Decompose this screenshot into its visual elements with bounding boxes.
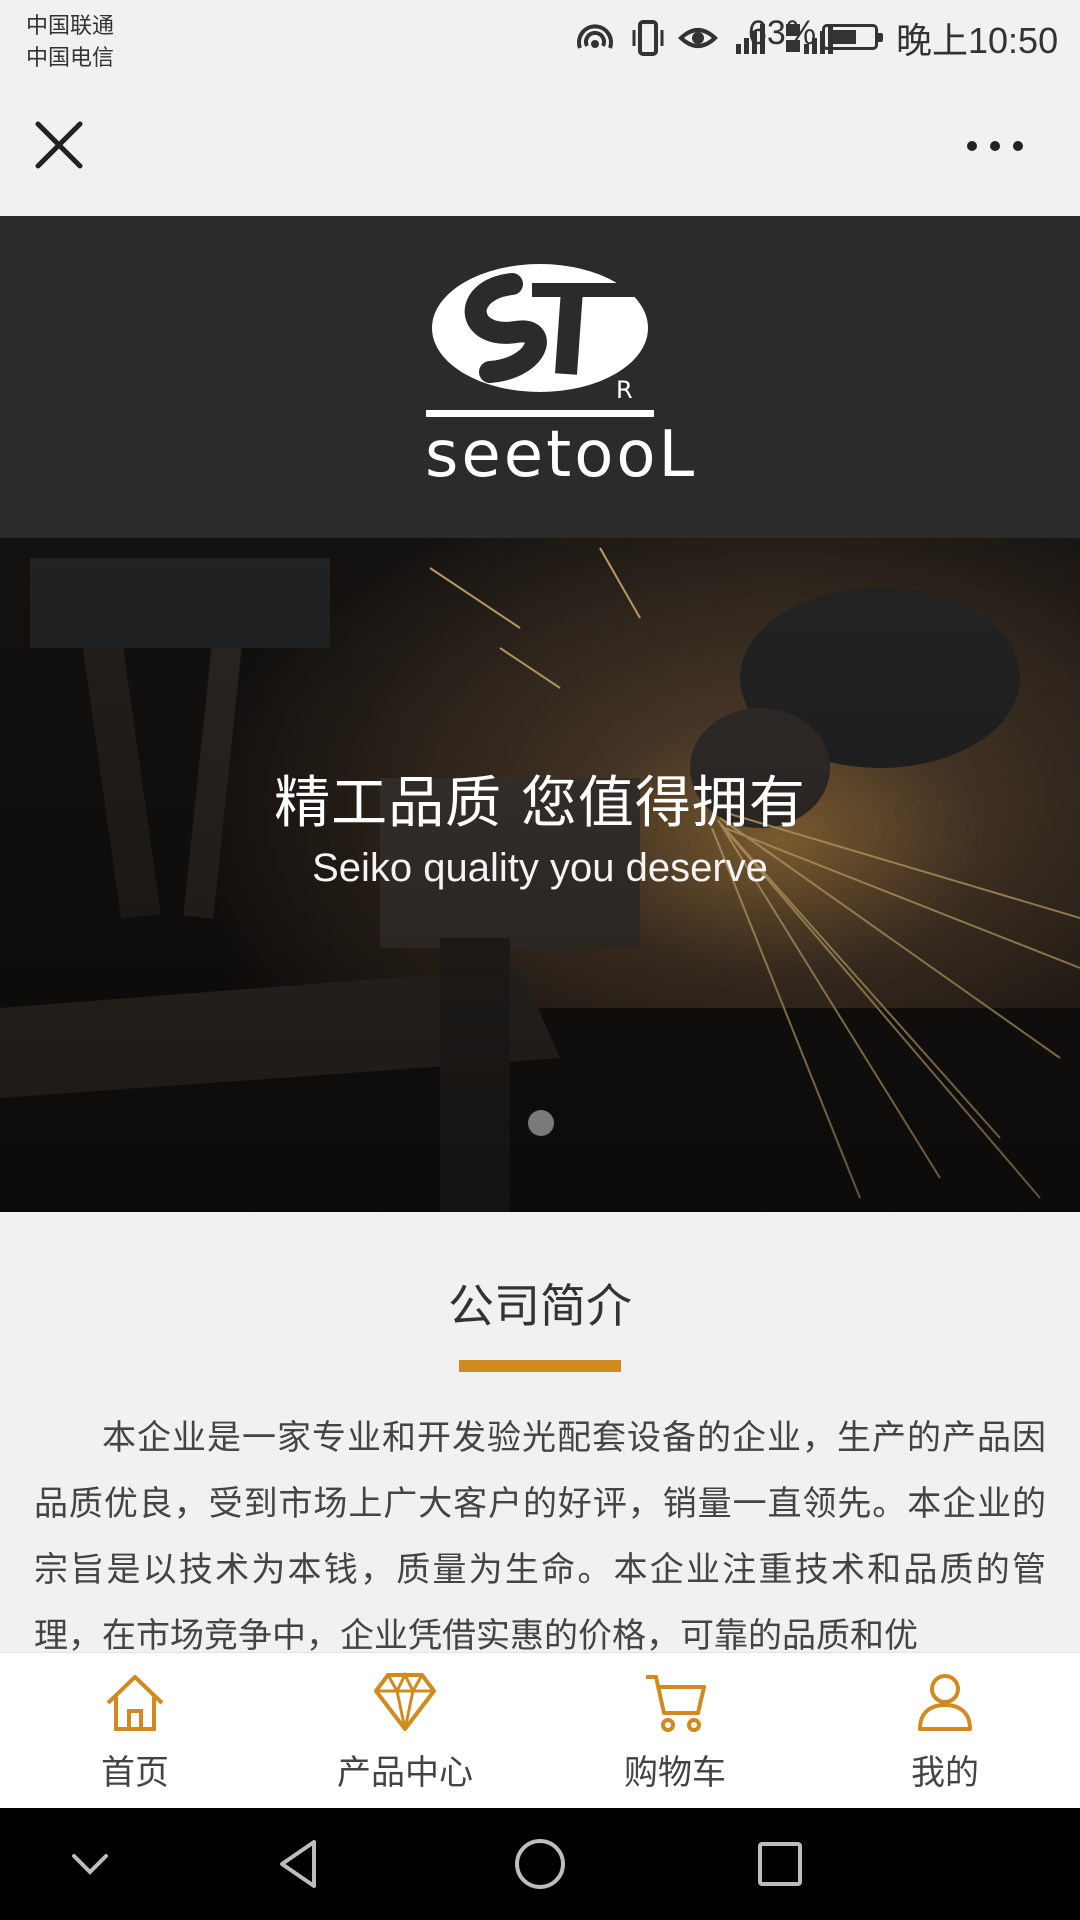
section-underline [459, 1360, 621, 1372]
tab-home[interactable]: 首页 [0, 1653, 270, 1809]
tab-label: 我的 [911, 1753, 979, 1793]
tab-profile[interactable]: 我的 [810, 1653, 1080, 1809]
tab-cart[interactable]: 购物车 [540, 1653, 810, 1809]
more-button[interactable] [962, 126, 1028, 166]
chevron-down-icon [72, 1854, 108, 1875]
battery-percent: 63% [748, 14, 817, 52]
home-icon [106, 1675, 164, 1731]
carrier-2: 中国电信 [26, 46, 115, 71]
top-nav [0, 76, 1080, 216]
bottom-tab-bar: 首页 产品中心 购物车 我的 [0, 1652, 1080, 1809]
section-title: 公司简介 [448, 1279, 632, 1333]
back-icon [280, 1840, 316, 1888]
carrier-1: 中国联通 [26, 14, 115, 39]
diamond-icon [374, 1671, 436, 1731]
back-button[interactable] [270, 1834, 330, 1894]
tab-label: 产品中心 [337, 1753, 473, 1793]
vibrate-icon [632, 20, 664, 56]
tab-products[interactable]: 产品中心 [270, 1653, 540, 1809]
recents-icon [758, 1842, 802, 1886]
cart-icon [646, 1675, 706, 1732]
more-dots-icon [967, 141, 1023, 151]
battery-icon [822, 24, 883, 50]
tab-label: 购物车 [624, 1753, 726, 1793]
clock: 晚上10:50 [896, 20, 1059, 61]
user-icon [918, 1674, 972, 1731]
hero-title: 精工品质 您值得拥有 [274, 771, 806, 836]
registered-mark: R [616, 376, 633, 404]
close-icon [35, 121, 83, 169]
logo-wordmark: seetooL [425, 418, 698, 492]
hotspot-icon [577, 24, 613, 49]
home-button[interactable] [510, 1834, 570, 1894]
eye-icon [678, 28, 718, 48]
hide-nav-button[interactable] [60, 1834, 120, 1894]
close-button[interactable] [30, 116, 88, 174]
recents-button[interactable] [750, 1834, 810, 1894]
home-circle-icon [515, 1839, 565, 1889]
tab-label: 首页 [101, 1753, 169, 1793]
hero-subtitle: Seiko quality you deserve [312, 846, 768, 890]
carousel-indicator[interactable] [528, 1110, 554, 1136]
brand-header: R seetooL [0, 216, 1080, 538]
intro-paragraph: 本企业是一家专业和开发验光配套设备的企业，生产的产品因品质优良，受到市场上广大客… [34, 1418, 1046, 1651]
hero-banner[interactable]: 精工品质 您值得拥有 Seiko quality you deserve [0, 538, 1080, 1212]
system-nav-bar [0, 1808, 1080, 1920]
status-bar: 中国联通 中国电信 63% 晚上10:50 [0, 0, 1080, 76]
